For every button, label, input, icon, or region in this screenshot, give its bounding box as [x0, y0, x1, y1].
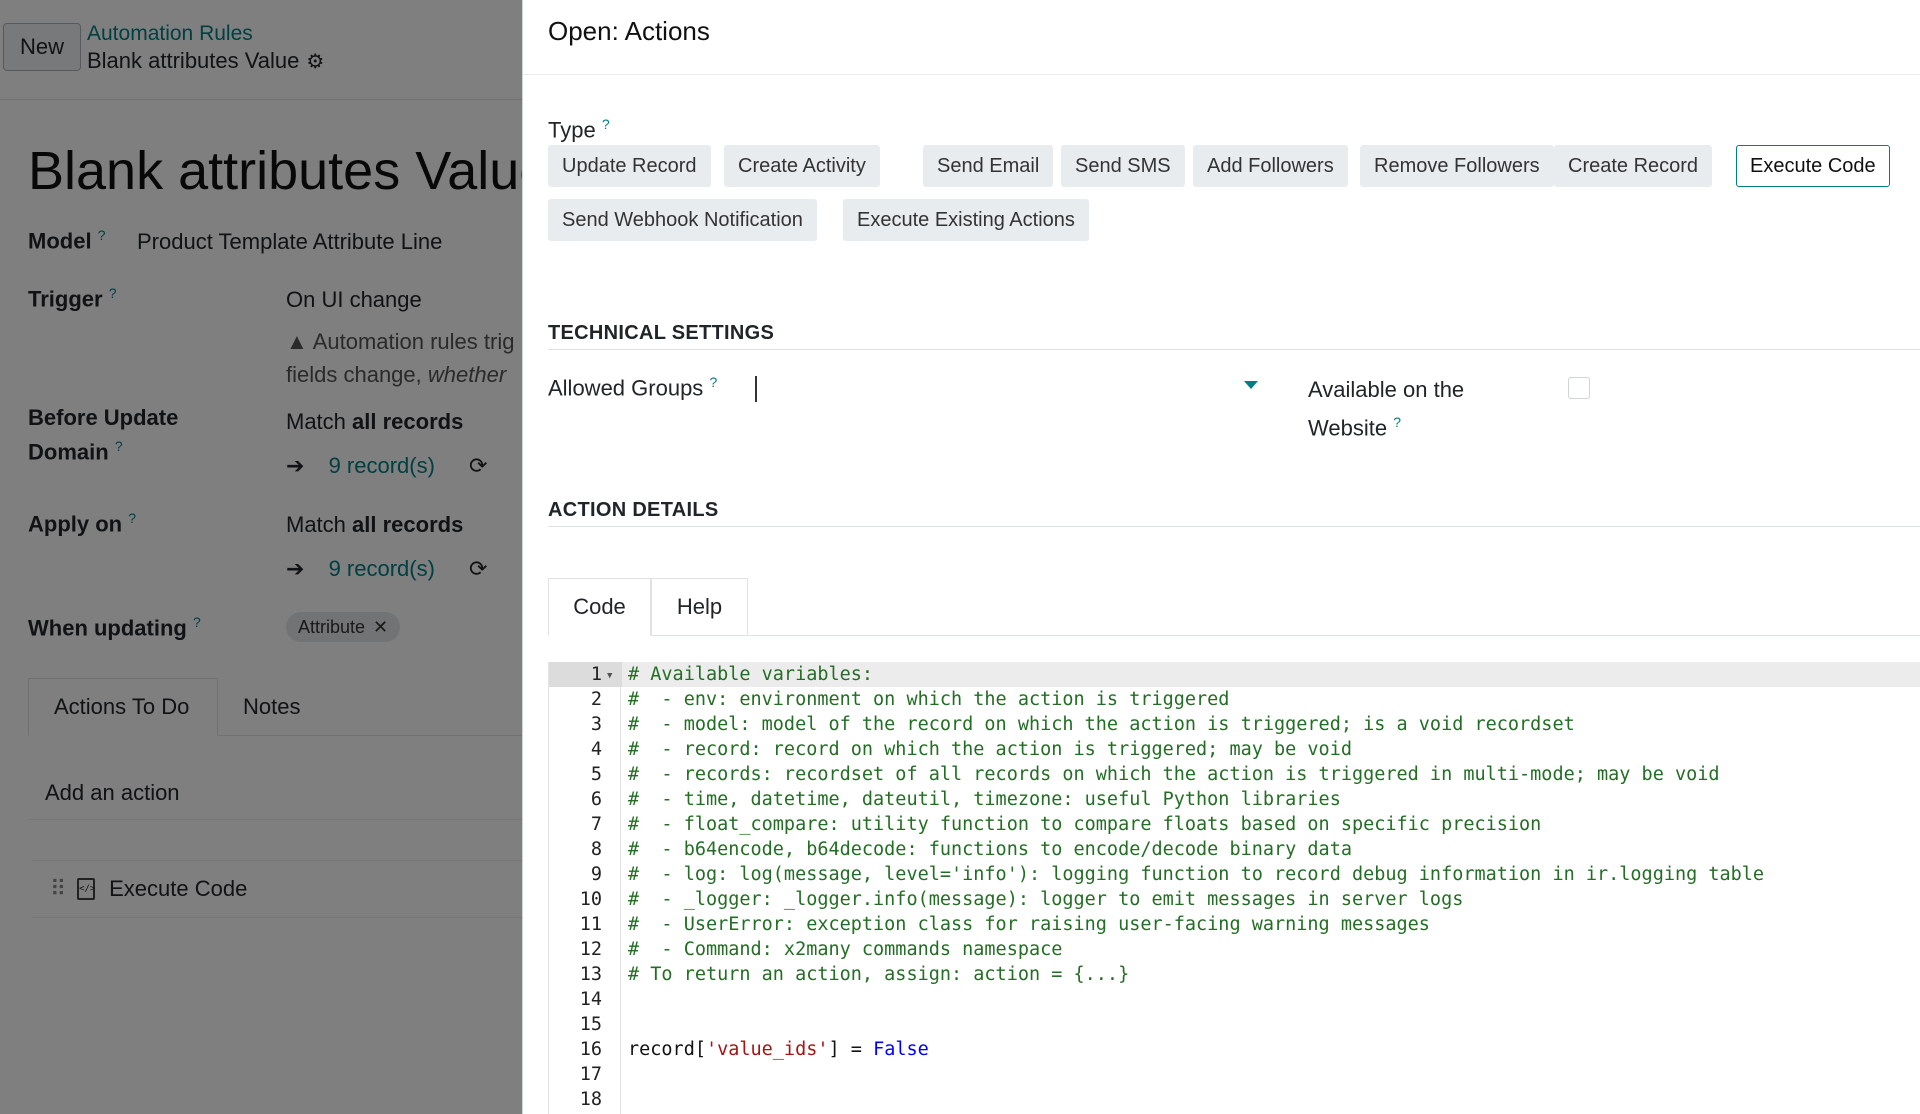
line-number: 16: [579, 1039, 602, 1060]
line-number: 2: [590, 689, 602, 710]
actions-dialog: Open: Actions Type ? Update Record Creat…: [522, 0, 1920, 1114]
type-option-send-email[interactable]: Send Email: [923, 145, 1054, 187]
type-label: Type ?: [548, 116, 610, 143]
line-number: 8: [590, 839, 602, 860]
line-number: 12: [579, 939, 602, 960]
line-number: 9: [590, 864, 602, 885]
line-number: 15: [579, 1014, 602, 1035]
line-number: 10: [579, 889, 602, 910]
code-line: # Available variables:: [622, 662, 1920, 687]
type-option-add-followers[interactable]: Add Followers: [1193, 145, 1348, 187]
help-icon[interactable]: ?: [1393, 414, 1401, 430]
line-number: 13: [579, 964, 602, 985]
dialog-header: Open: Actions: [523, 0, 1920, 75]
line-number: 18: [579, 1089, 602, 1110]
line-number: 17: [579, 1064, 602, 1085]
section-divider: [548, 526, 1920, 527]
line-number: 5: [590, 764, 602, 785]
type-option-send-webhook[interactable]: Send Webhook Notification: [548, 199, 817, 241]
technical-settings-heading: TECHNICAL SETTINGS: [548, 322, 775, 344]
code-line: record['value_ids'] = False: [628, 1039, 929, 1060]
line-number: 4: [590, 739, 602, 760]
code-line: # - Command: x2many commands namespace: [628, 939, 1063, 960]
line-number: 6: [590, 789, 602, 810]
code-line: # To return an action, assign: action = …: [628, 964, 1130, 985]
type-option-remove-followers[interactable]: Remove Followers: [1360, 145, 1554, 187]
chevron-down-icon[interactable]: [1244, 381, 1258, 389]
action-details-heading: ACTION DETAILS: [548, 499, 719, 521]
code-line: # - UserError: exception class for raisi…: [628, 914, 1430, 935]
text-cursor: [755, 376, 757, 402]
type-option-send-sms[interactable]: Send SMS: [1061, 145, 1185, 187]
type-option-execute-code[interactable]: Execute Code: [1736, 145, 1890, 187]
section-divider: [548, 349, 1920, 350]
type-option-create-activity[interactable]: Create Activity: [724, 145, 880, 187]
type-option-update-record[interactable]: Update Record: [548, 145, 711, 187]
type-option-execute-existing[interactable]: Execute Existing Actions: [843, 199, 1089, 241]
code-line: # - model: model of the record on which …: [628, 714, 1575, 735]
code-line: # - records: recordset of all records on…: [628, 764, 1720, 785]
code-line: # - _logger: _logger.info(message): logg…: [628, 889, 1464, 910]
type-option-create-record[interactable]: Create Record: [1554, 145, 1713, 187]
help-icon[interactable]: ?: [602, 116, 610, 132]
website-checkbox[interactable]: [1568, 377, 1590, 399]
help-icon[interactable]: ?: [709, 374, 717, 390]
allowed-groups-input[interactable]: [753, 374, 1253, 406]
code-line: # - b64encode, b64decode: functions to e…: [628, 839, 1352, 860]
code-line: # - time, datetime, dateutil, timezone: …: [628, 789, 1341, 810]
line-number: 14: [579, 989, 602, 1010]
code-tabs: Code Help: [548, 578, 1920, 636]
allowed-groups-label: Allowed Groups ?: [548, 374, 718, 401]
line-number-gutter: 1 ▼ 2 3 4 5 6 7 8 9 10 11 12 13 14 15 16…: [548, 662, 622, 1114]
tab-help[interactable]: Help: [651, 578, 748, 636]
line-number: 3: [590, 714, 602, 735]
fold-arrow-icon[interactable]: ▼: [607, 671, 612, 681]
code-editor[interactable]: 1 ▼ 2 3 4 5 6 7 8 9 10 11 12 13 14 15 16…: [548, 662, 1920, 1114]
line-number: 7: [590, 814, 602, 835]
code-line: # - log: log(message, level='info'): log…: [628, 864, 1765, 885]
line-number: 11: [579, 914, 602, 935]
code-line: # - record: record on which the action i…: [628, 739, 1352, 760]
code-line: # - float_compare: utility function to c…: [628, 814, 1542, 835]
code-line: # - env: environment on which the action…: [628, 689, 1230, 710]
website-available-label: Available on the Website ?: [1308, 377, 1465, 441]
dialog-title: Open: Actions: [548, 16, 710, 46]
tab-code[interactable]: Code: [548, 578, 651, 636]
